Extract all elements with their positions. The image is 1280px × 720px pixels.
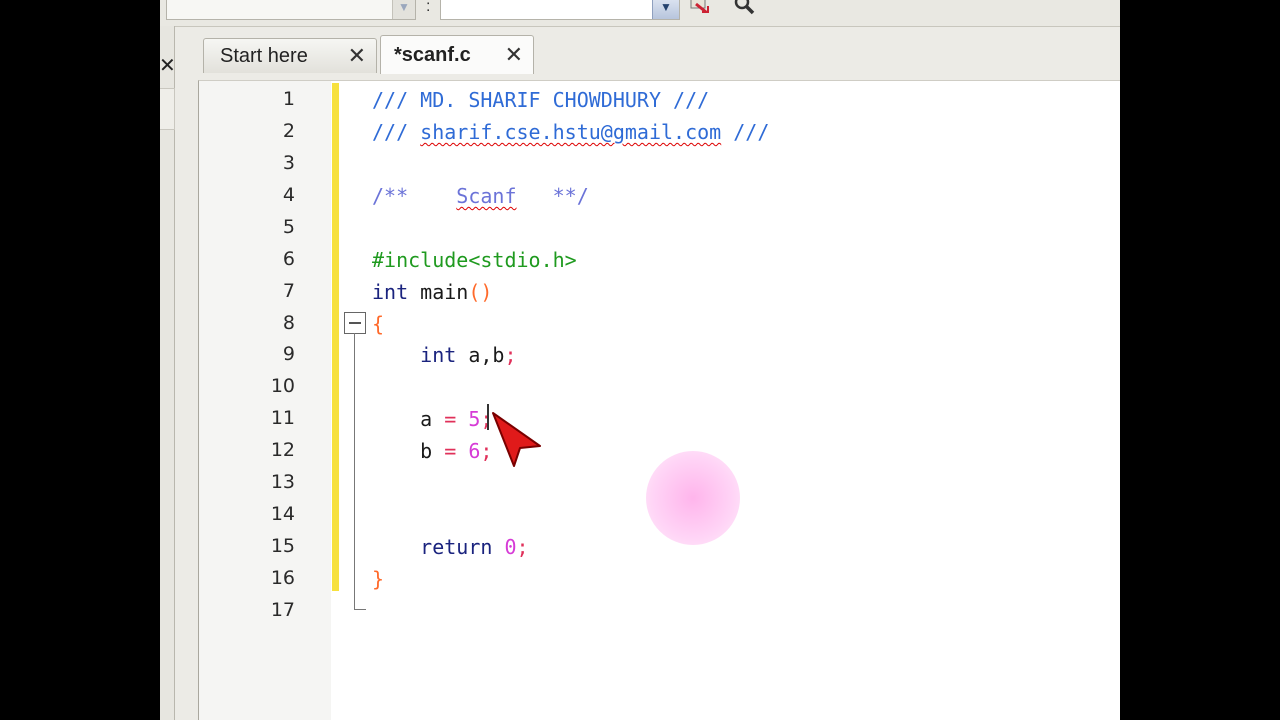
tab-label: Start here xyxy=(220,45,308,67)
code-line-9: int a,b; xyxy=(372,343,517,367)
tab-start-here[interactable]: Start here ✕ xyxy=(203,38,377,73)
code-line-6: #include<stdio.h> xyxy=(372,248,577,272)
editor-tabs: Start here ✕ *scanf.c ✕ xyxy=(198,33,1120,74)
mouse-pointer-icon xyxy=(492,412,541,467)
line-number: 10 xyxy=(270,375,295,397)
line-number: 3 xyxy=(282,152,295,174)
line-number: 16 xyxy=(270,567,295,589)
line-number: 1 xyxy=(282,88,295,110)
line-number: 2 xyxy=(282,120,295,142)
toolbar-separator: : xyxy=(426,0,431,15)
code-line-1: /// MD. SHARIF CHOWDHURY /// xyxy=(372,88,710,112)
line-number: 9 xyxy=(282,343,295,365)
cursor-highlight xyxy=(646,451,740,545)
chevron-down-icon[interactable]: ▼ xyxy=(392,0,415,19)
ide-window: ▼ : ▼ ✕ Start here ✕ *scanf.c ✕ 1 2 3 4 … xyxy=(160,0,1120,720)
search-icon[interactable] xyxy=(732,0,758,18)
line-number: 8 xyxy=(282,312,295,334)
line-number: 5 xyxy=(282,216,295,238)
code-line-11: a = 5; xyxy=(372,407,492,431)
close-icon[interactable]: ✕ xyxy=(348,43,366,69)
code-line-4: /** Scanf **/ xyxy=(372,184,589,208)
line-number-gutter: 1 2 3 4 5 6 7 8 9 10 11 12 13 14 15 16 1… xyxy=(199,81,331,720)
fold-guide-end xyxy=(354,609,366,610)
code-line-15: return 0; xyxy=(372,535,529,559)
code-line-7: int main() xyxy=(372,280,493,304)
code-line-12: b = 6; xyxy=(372,439,493,463)
scope-dropdown[interactable]: ▼ xyxy=(166,0,416,20)
tab-label: *scanf.c xyxy=(394,44,471,66)
close-icon[interactable]: ✕ xyxy=(505,42,523,68)
line-number: 15 xyxy=(270,535,295,557)
chevron-down-icon[interactable]: ▼ xyxy=(652,0,679,19)
tab-scanf[interactable]: *scanf.c ✕ xyxy=(380,35,534,74)
line-number: 17 xyxy=(270,599,295,621)
code-line-8: { xyxy=(372,312,385,336)
toolbar: ▼ : ▼ xyxy=(160,0,1120,27)
code-line-2: /// sharif.cse.hstu@gmail.com /// xyxy=(372,120,770,144)
code-line-16: } xyxy=(372,567,385,591)
line-number: 6 xyxy=(282,248,295,270)
line-number: 13 xyxy=(270,471,295,493)
line-number: 12 xyxy=(270,439,295,461)
management-panel: ✕ xyxy=(160,26,176,720)
collapse-icon[interactable] xyxy=(344,312,366,334)
modified-lines-marker xyxy=(332,83,339,591)
code-editor[interactable]: 1 2 3 4 5 6 7 8 9 10 11 12 13 14 15 16 1… xyxy=(198,80,1120,720)
close-icon[interactable]: ✕ xyxy=(160,56,176,76)
jump-icon[interactable] xyxy=(688,0,714,18)
line-number: 14 xyxy=(270,503,295,525)
panel-list xyxy=(160,88,175,130)
text-caret xyxy=(487,404,489,430)
line-number: 11 xyxy=(270,407,295,429)
line-number: 4 xyxy=(282,184,295,206)
symbol-dropdown[interactable]: ▼ xyxy=(440,0,680,20)
line-number: 7 xyxy=(282,280,295,302)
fold-guide xyxy=(354,333,355,609)
